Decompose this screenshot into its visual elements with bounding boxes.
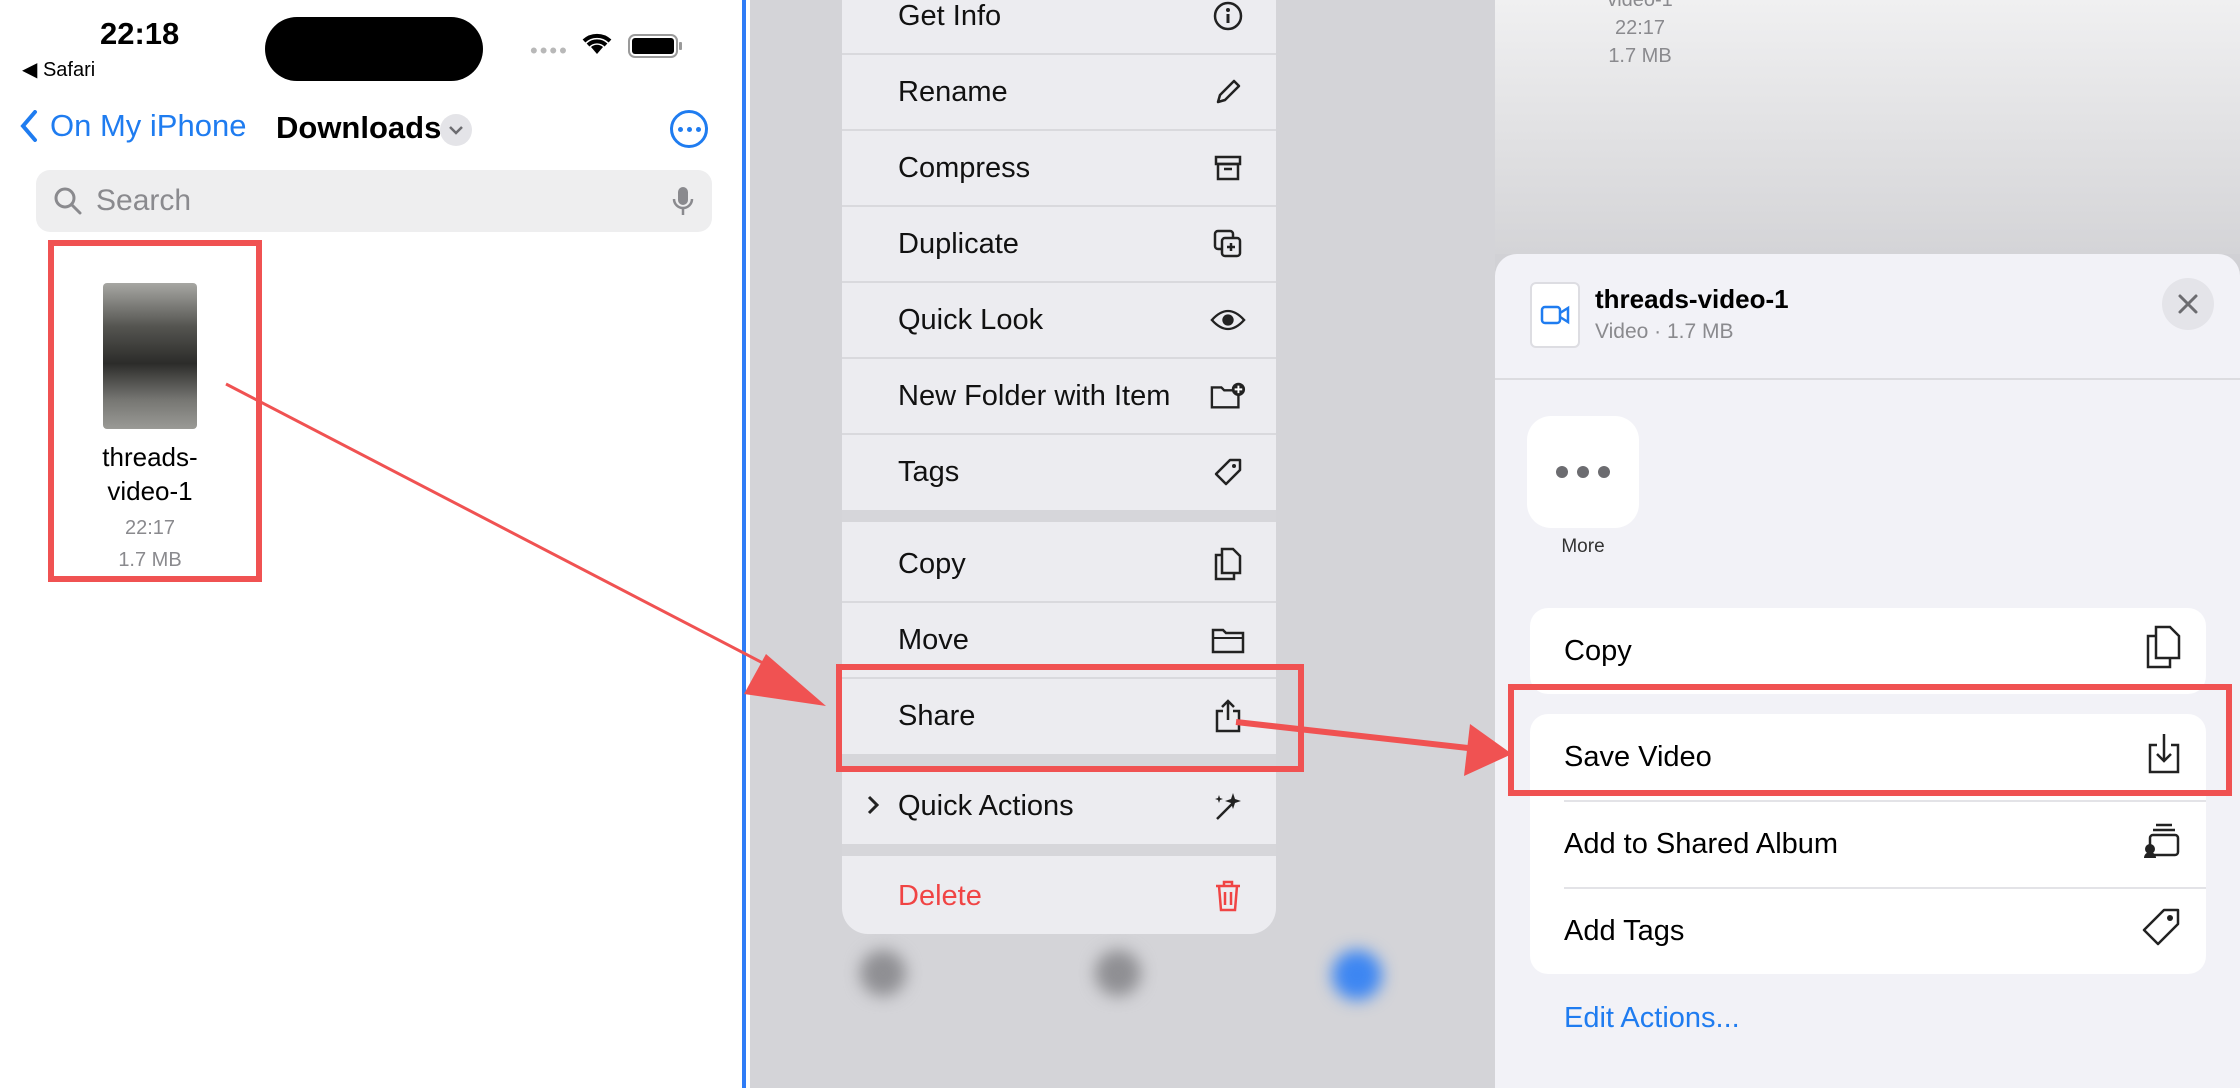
annotation-arrows	[225, 382, 1512, 776]
